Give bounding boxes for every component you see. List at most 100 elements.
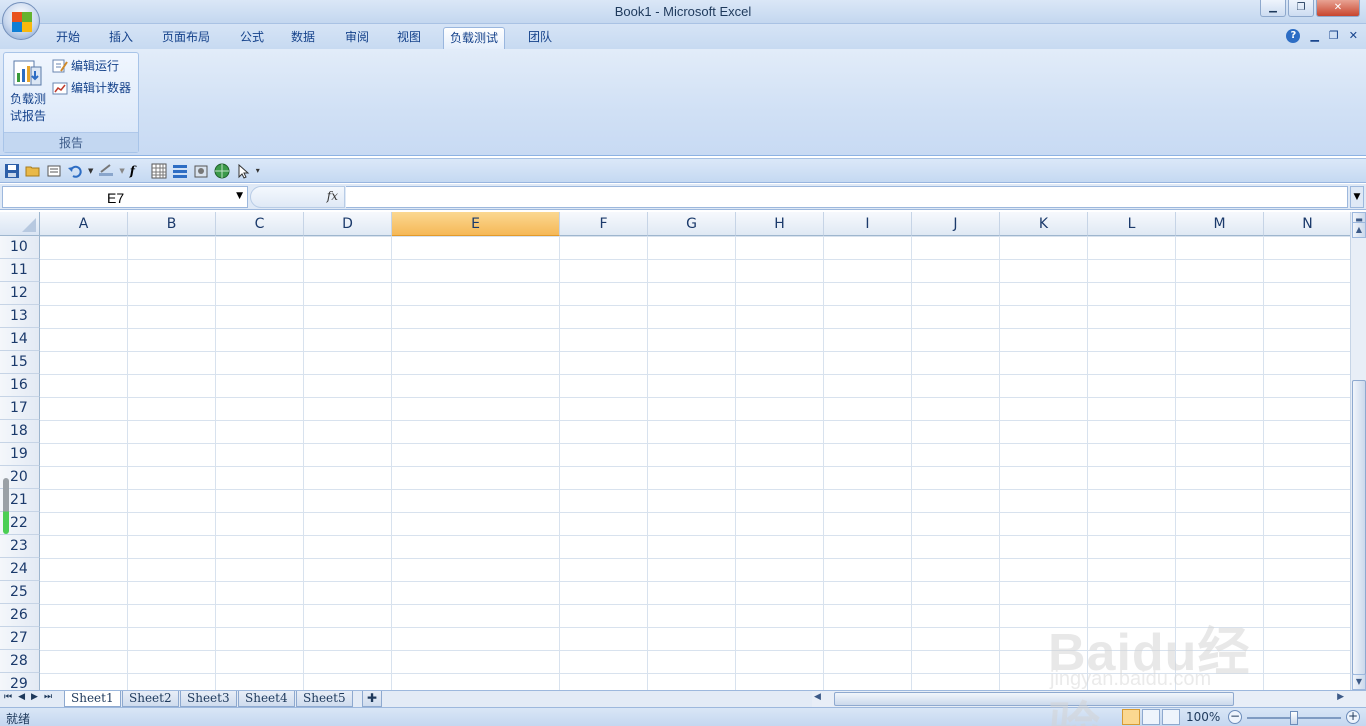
- column-header-k[interactable]: K: [1000, 212, 1088, 236]
- tab-4[interactable]: 数据: [285, 27, 321, 49]
- tab-8[interactable]: 团队: [522, 27, 558, 49]
- row-header-27[interactable]: 27: [0, 627, 40, 650]
- column-header-e[interactable]: E: [392, 212, 560, 236]
- row-header-23[interactable]: 23: [0, 535, 40, 558]
- minimize-button[interactable]: ▁: [1260, 0, 1286, 17]
- row-header-16[interactable]: 16: [0, 374, 40, 397]
- column-header-i[interactable]: I: [824, 212, 912, 236]
- vertical-scrollbar[interactable]: ▬ ▲ ▼: [1350, 212, 1366, 690]
- ribbon: 负载测 试报告 编辑运行 编辑计数器 报告: [0, 49, 1366, 156]
- tab-0[interactable]: 开始: [50, 27, 86, 49]
- prev-sheet-icon[interactable]: ◀: [18, 692, 25, 702]
- tab-3[interactable]: 公式: [234, 27, 270, 49]
- zoom-out-button[interactable]: −: [1228, 710, 1242, 724]
- column-header-l[interactable]: L: [1088, 212, 1176, 236]
- edit-run-button[interactable]: 编辑运行: [52, 56, 119, 76]
- last-sheet-icon[interactable]: ⏭: [44, 692, 52, 702]
- function-icon[interactable]: f: [130, 163, 146, 179]
- formula-expand-icon[interactable]: ▼: [1350, 186, 1364, 208]
- help-icon[interactable]: ?: [1286, 29, 1301, 43]
- tab-5[interactable]: 审阅: [339, 27, 375, 49]
- formula-bar: E7 ▼ fx ▼: [0, 184, 1366, 210]
- formula-input[interactable]: [346, 186, 1348, 208]
- column-header-a[interactable]: A: [40, 212, 128, 236]
- edit-dropdown-icon[interactable]: ▼: [119, 167, 124, 175]
- tab-1[interactable]: 插入: [103, 27, 139, 49]
- row-header-28[interactable]: 28: [0, 650, 40, 673]
- zoom-level[interactable]: 100%: [1186, 710, 1220, 724]
- edit-counters-button[interactable]: 编辑计数器: [52, 78, 131, 98]
- next-sheet-icon[interactable]: ▶: [31, 692, 38, 702]
- print-preview-icon[interactable]: [46, 163, 62, 179]
- horizontal-scrollbar[interactable]: ◀ ▶: [812, 691, 1366, 707]
- office-button[interactable]: [2, 2, 40, 40]
- first-sheet-icon[interactable]: ⏮: [4, 692, 12, 702]
- normal-view-button[interactable]: [1122, 709, 1140, 725]
- globe-icon[interactable]: [214, 163, 230, 179]
- row-header-12[interactable]: 12: [0, 282, 40, 305]
- scroll-left-button[interactable]: ◀: [814, 692, 821, 702]
- pointer-icon[interactable]: [235, 163, 251, 179]
- restore-button[interactable]: ❐: [1288, 0, 1314, 17]
- row-header-11[interactable]: 11: [0, 259, 40, 282]
- row-header-15[interactable]: 15: [0, 351, 40, 374]
- row-header-17[interactable]: 17: [0, 397, 40, 420]
- ribbon-restore-icon[interactable]: ❐: [1329, 29, 1339, 43]
- column-header-m[interactable]: M: [1176, 212, 1264, 236]
- rows-icon[interactable]: [172, 163, 188, 179]
- zoom-in-button[interactable]: +: [1346, 710, 1360, 724]
- column-header-j[interactable]: J: [912, 212, 1000, 236]
- select-all-corner[interactable]: [0, 212, 40, 236]
- sheet-tab-5[interactable]: Sheet5: [296, 691, 353, 707]
- tab-7[interactable]: 负载测试: [443, 27, 506, 49]
- tab-2[interactable]: 页面布局: [156, 27, 216, 49]
- row-header-14[interactable]: 14: [0, 328, 40, 351]
- horizontal-scroll-thumb[interactable]: [834, 692, 1234, 706]
- name-box-dropdown-icon[interactable]: ▼: [236, 191, 243, 201]
- column-header-f[interactable]: F: [560, 212, 648, 236]
- zoom-slider-thumb[interactable]: [1290, 711, 1298, 725]
- name-box[interactable]: E7 ▼: [2, 186, 248, 208]
- vertical-scroll-thumb[interactable]: [1352, 380, 1366, 675]
- customize-toolbar-icon[interactable]: ▾: [256, 166, 260, 175]
- column-header-n[interactable]: N: [1264, 212, 1350, 236]
- sheet-tab-3[interactable]: Sheet3: [180, 691, 237, 707]
- sheet-tab-2[interactable]: Sheet2: [122, 691, 179, 707]
- row-header-13[interactable]: 13: [0, 305, 40, 328]
- column-header-c[interactable]: C: [216, 212, 304, 236]
- column-header-h[interactable]: H: [736, 212, 824, 236]
- insert-function-button[interactable]: fx: [327, 189, 338, 203]
- load-test-report-button[interactable]: 负载测 试报告: [6, 57, 50, 129]
- scroll-right-button[interactable]: ▶: [1337, 692, 1344, 702]
- row-header-18[interactable]: 18: [0, 420, 40, 443]
- row-header-26[interactable]: 26: [0, 604, 40, 627]
- ribbon-minimize-icon[interactable]: ▁: [1310, 29, 1318, 43]
- open-folder-icon[interactable]: [25, 163, 41, 179]
- edit-icon[interactable]: [98, 163, 114, 179]
- page-layout-view-button[interactable]: [1142, 709, 1160, 725]
- sheet-tab-4[interactable]: Sheet4: [238, 691, 295, 707]
- row-header-24[interactable]: 24: [0, 558, 40, 581]
- row-header-25[interactable]: 25: [0, 581, 40, 604]
- ribbon-close-icon[interactable]: ✕: [1349, 29, 1358, 43]
- ribbon-tab-row: ? ▁ ❐ ✕ 开始 插入 页面布局 公式 数据 审阅 视图 负载测试 团队: [0, 24, 1366, 49]
- column-header-b[interactable]: B: [128, 212, 216, 236]
- save-icon[interactable]: [4, 163, 20, 179]
- insert-sheet-icon[interactable]: ✚: [362, 691, 383, 707]
- undo-dropdown-icon[interactable]: ▼: [88, 167, 93, 175]
- cell-area[interactable]: [40, 236, 1350, 690]
- scroll-up-button[interactable]: ▲: [1352, 222, 1366, 238]
- column-header-g[interactable]: G: [648, 212, 736, 236]
- row-header-19[interactable]: 19: [0, 443, 40, 466]
- undo-icon[interactable]: [67, 163, 83, 179]
- column-header-d[interactable]: D: [304, 212, 392, 236]
- settings-icon[interactable]: [193, 163, 209, 179]
- sheet-tab-1[interactable]: Sheet1: [64, 691, 121, 707]
- grid-icon[interactable]: [151, 163, 167, 179]
- scroll-down-button[interactable]: ▼: [1352, 674, 1366, 690]
- tab-6[interactable]: 视图: [391, 27, 427, 49]
- row-header-10[interactable]: 10: [0, 236, 40, 259]
- row-header-29[interactable]: 29: [0, 673, 40, 690]
- close-button[interactable]: ✕: [1316, 0, 1360, 17]
- page-break-view-button[interactable]: [1162, 709, 1180, 725]
